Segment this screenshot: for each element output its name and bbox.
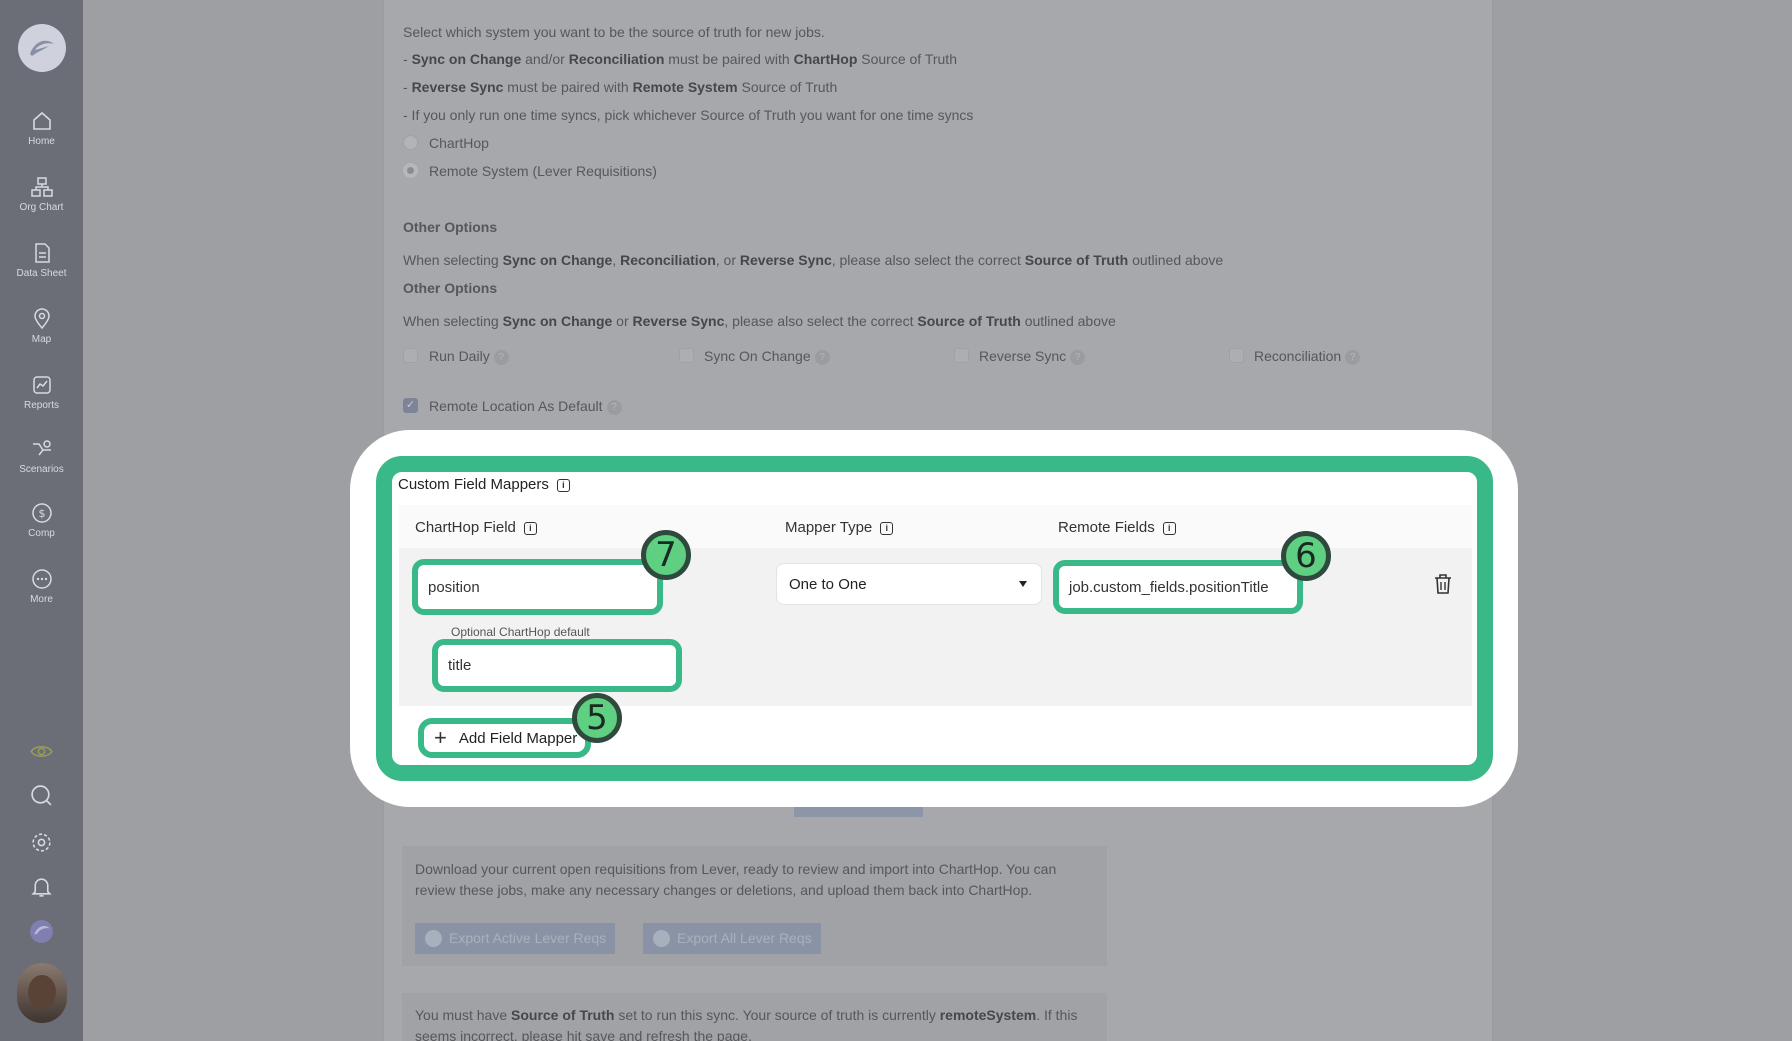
home-icon xyxy=(32,111,51,130)
checkbox-label-sync-on-change: Sync On Change? xyxy=(704,348,830,365)
svg-text:$: $ xyxy=(38,507,45,520)
radio-remote-system[interactable] xyxy=(403,163,418,178)
checkbox-remote-location-default[interactable]: ✓ xyxy=(403,398,418,413)
checkbox-label-remote-location-default: Remote Location As Default? xyxy=(429,398,622,415)
step-badge-7: 7 xyxy=(641,530,691,580)
radio-label-remote-system: Remote System (Lever Requisitions) xyxy=(429,163,657,179)
column-header-remote-fields: Remote Fields i xyxy=(1058,519,1176,536)
sot-rule-2: - Reverse Sync must be paired with Remot… xyxy=(403,79,838,95)
column-header-mapper-type: Mapper Type i xyxy=(785,519,894,536)
radio-charthop[interactable] xyxy=(403,135,418,150)
optional-default-label: Optional ChartHop default xyxy=(451,625,590,639)
export-all-button[interactable]: Export All Lever Reqs xyxy=(643,923,821,954)
checkbox-reconciliation[interactable] xyxy=(1229,348,1244,363)
checkbox-sync-on-change[interactable] xyxy=(679,348,694,363)
info-icon[interactable]: i xyxy=(523,521,537,535)
export-active-button[interactable]: Export Active Lever Reqs xyxy=(415,923,615,954)
help-icon[interactable]: ? xyxy=(493,349,509,365)
trash-icon[interactable] xyxy=(1433,573,1453,595)
sidebar-item-label: Home xyxy=(28,136,55,147)
search-icon[interactable] xyxy=(29,783,54,808)
other-options-heading-2: Other Options xyxy=(403,280,498,296)
checkbox-reverse-sync[interactable] xyxy=(954,348,969,363)
mapper-type-select[interactable]: One to One xyxy=(776,563,1042,605)
help-icon[interactable]: ? xyxy=(606,399,622,415)
sidebar: Home Org Chart Data Sheet Map Reports Sc… xyxy=(0,0,83,1041)
more-icon xyxy=(31,569,52,589)
logo-icon xyxy=(30,40,54,56)
sidebar-item-label: Org Chart xyxy=(19,202,64,213)
charthop-logo[interactable] xyxy=(18,24,66,72)
data-sheet-icon xyxy=(34,243,50,263)
add-field-mapper-button[interactable]: + Add Field Mapper xyxy=(418,718,591,758)
other-options-note-2: When selecting Sync on Change or Reverse… xyxy=(403,313,1116,329)
sidebar-item-data-sheet[interactable]: Data Sheet xyxy=(0,242,83,279)
sidebar-item-more[interactable]: More xyxy=(0,568,83,605)
sidebar-item-label: More xyxy=(30,594,53,605)
sidebar-item-comp[interactable]: $ Comp xyxy=(0,502,83,539)
sidebar-item-label: Reports xyxy=(23,400,59,411)
sidebar-item-reports[interactable]: Reports xyxy=(0,374,83,411)
download-icon xyxy=(425,930,442,947)
charthop-field-input[interactable]: position xyxy=(412,559,663,615)
sidebar-item-scenarios[interactable]: Scenarios xyxy=(0,438,83,475)
help-icon[interactable]: ? xyxy=(1345,349,1361,365)
help-icon[interactable]: ? xyxy=(1070,349,1086,365)
reports-icon xyxy=(32,376,51,394)
sot-intro: Select which system you want to be the s… xyxy=(403,24,825,40)
sidebar-item-org-chart[interactable]: Org Chart xyxy=(0,176,83,213)
sync-note-1: You must have Source of Truth set to run… xyxy=(415,1007,1078,1023)
map-pin-icon xyxy=(33,308,50,330)
optional-default-input[interactable]: title xyxy=(432,639,682,692)
plus-icon: + xyxy=(434,725,447,750)
sync-note-2: seems incorrect, please hit save and ref… xyxy=(415,1028,752,1041)
sidebar-item-label: Data Sheet xyxy=(16,268,67,279)
step-badge-6: 6 xyxy=(1281,531,1331,581)
sidebar-item-label: Map xyxy=(31,334,52,345)
dollar-icon: $ xyxy=(31,503,52,523)
info-icon[interactable]: i xyxy=(1162,521,1176,535)
remote-field-input[interactable]: job.custom_fields.positionTitle xyxy=(1053,560,1303,614)
export-description-1: Download your current open requisitions … xyxy=(415,861,1057,877)
eye-icon[interactable] xyxy=(29,739,54,764)
sidebar-item-home[interactable]: Home xyxy=(0,110,83,147)
org-chart-icon xyxy=(30,177,53,197)
step-badge-5: 5 xyxy=(572,693,622,743)
checkbox-run-daily[interactable] xyxy=(403,348,418,363)
caret-down-icon xyxy=(1019,581,1027,587)
export-description-2: review these jobs, make any necessary ch… xyxy=(415,882,1033,898)
avatar[interactable] xyxy=(17,963,67,1023)
sidebar-item-map[interactable]: Map xyxy=(0,308,83,345)
sot-rule-1: - Sync on Change and/or Reconciliation m… xyxy=(403,51,957,67)
checkbox-label-run-daily: Run Daily? xyxy=(429,348,509,365)
download-icon xyxy=(653,930,670,947)
sidebar-item-label: Comp xyxy=(28,528,55,539)
help-icon[interactable]: ? xyxy=(814,349,830,365)
bell-icon[interactable] xyxy=(29,874,54,899)
other-options-note-1: When selecting Sync on Change, Reconcili… xyxy=(403,252,1224,268)
chathop-icon[interactable] xyxy=(29,919,54,944)
checkbox-label-reverse-sync: Reverse Sync? xyxy=(979,348,1086,365)
custom-field-mappers-title: Custom Field Mappers i xyxy=(398,476,570,493)
checkbox-label-reconciliation: Reconciliation? xyxy=(1254,348,1361,365)
sot-rule-3: - If you only run one time syncs, pick w… xyxy=(403,107,974,123)
column-header-charthop-field: ChartHop Field i xyxy=(415,519,537,536)
other-options-heading: Other Options xyxy=(403,219,498,235)
sidebar-item-label: Scenarios xyxy=(19,464,64,475)
scenarios-icon xyxy=(32,440,51,456)
radio-label-charthop: ChartHop xyxy=(429,135,489,151)
info-icon[interactable]: i xyxy=(556,478,570,492)
gear-icon[interactable] xyxy=(29,830,54,855)
info-icon[interactable]: i xyxy=(880,521,894,535)
